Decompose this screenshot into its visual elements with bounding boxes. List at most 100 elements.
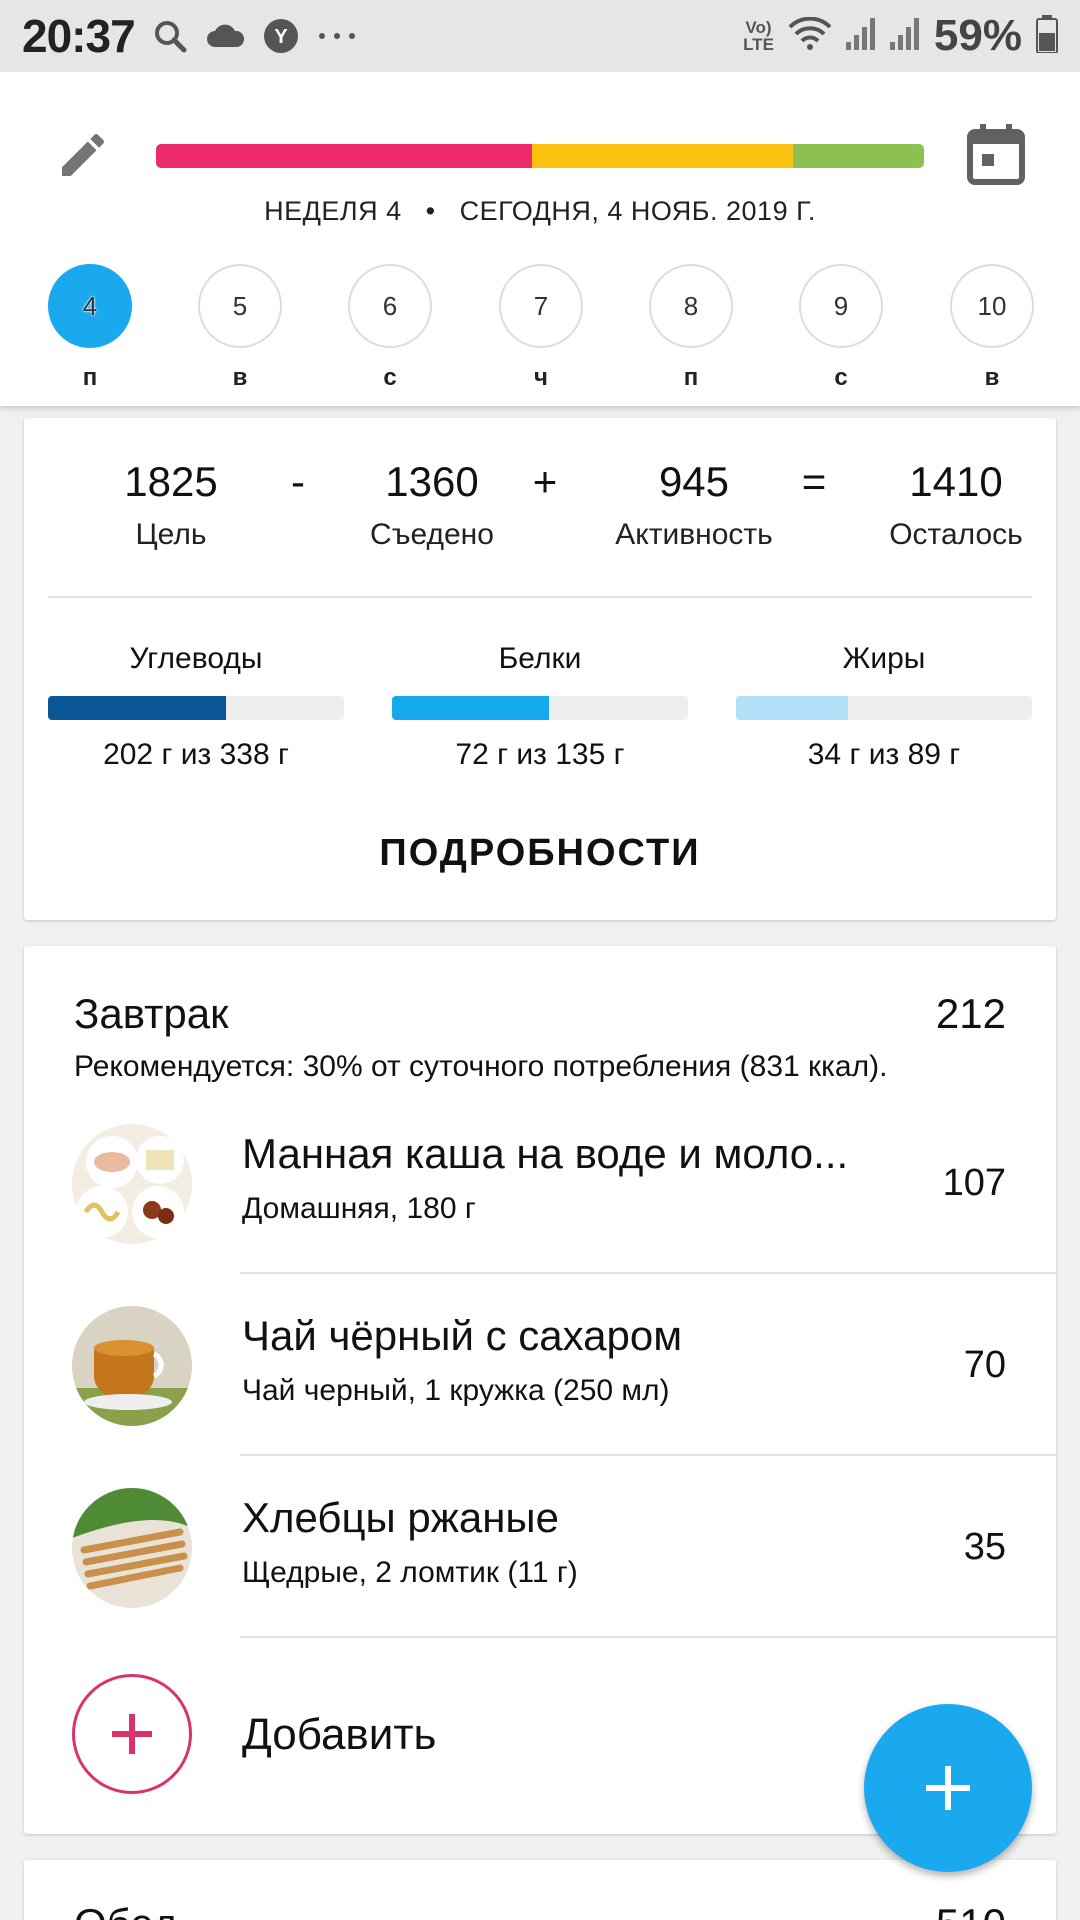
day-number: 9 (833, 290, 849, 321)
calorie-summary-card: 1825 Цель - 1360 Съедено + 945 Активност… (24, 418, 1056, 920)
search-icon (153, 19, 187, 53)
lunch-total-kcal: 510 (936, 1900, 1006, 1920)
meal-recommendation: Рекомендуется: 30% от суточного потребле… (74, 1050, 888, 1083)
day-circle[interactable]: 10 (950, 264, 1034, 348)
day-9[interactable]: 9с (781, 264, 901, 392)
equals-operator: = (801, 458, 827, 505)
day-number: 7 (533, 290, 549, 321)
lunch-title[interactable]: Обед (74, 1900, 177, 1920)
day-circle[interactable]: 9 (799, 264, 883, 348)
calendar-button[interactable] (964, 120, 1028, 188)
macro-3: Жиры 34 г из 89 г (736, 642, 1032, 772)
food-kcal: 35 (963, 1526, 1006, 1568)
calendar-icon (967, 124, 1025, 185)
remaining-value: 1410 (909, 458, 1003, 505)
day-weekday-label: п (82, 364, 98, 391)
battery-percent: 59% (933, 11, 1022, 60)
remaining-block: 1410 Осталось (846, 458, 1066, 552)
activity-block: 945 Активность (584, 458, 804, 552)
day-number: 6 (382, 290, 398, 321)
week-days-strip: 4 п 5 в 6 с 7 ч 8 п 9 с 10 в (0, 264, 1080, 394)
food-portion: Чай черный, 1 кружка (250 мл) (242, 1374, 670, 1407)
day-weekday-label: в (984, 364, 1000, 391)
daily-progress-bar (156, 144, 924, 168)
food-name: Манная каша на воде и моло... (242, 1130, 849, 1177)
day-4[interactable]: 4п (30, 264, 150, 392)
day-weekday-label: п (683, 364, 699, 391)
day-10[interactable]: 10 в (932, 264, 1052, 392)
food-kcal: 70 (963, 1344, 1006, 1386)
macro-progress-bar (736, 696, 1032, 720)
week-label: НЕДЕЛЯ 4 (264, 196, 402, 226)
bread-sticks-image (72, 1488, 192, 1608)
macro-progress-bar (392, 696, 688, 720)
day-number: 8 (683, 290, 699, 321)
remaining-label: Осталось (889, 518, 1023, 551)
activity-value: 945 (658, 458, 730, 505)
macro-progress-bar (48, 696, 344, 720)
macro-value: 202 г из 338 г (103, 738, 289, 771)
activity-label: Активность (615, 518, 773, 551)
day-number: 4 (82, 290, 98, 321)
minus-operator: - (291, 458, 305, 505)
food-item[interactable]: Хлебцы ржаные Щедрые, 2 ломтик (11 г) 35 (24, 1456, 1056, 1638)
macro-progress-fill (392, 696, 549, 720)
goal-value: 1825 (124, 458, 218, 505)
day-weekday-label: ч (534, 364, 548, 391)
day-circle[interactable]: 5 (198, 264, 282, 348)
progress-segment-2 (532, 144, 794, 168)
day-8[interactable]: 8п (631, 264, 751, 392)
plus-icon (112, 1714, 152, 1754)
food-kcal: 107 (942, 1162, 1006, 1204)
macro-progress-fill (48, 696, 226, 720)
edit-button[interactable] (52, 124, 114, 186)
yandex-y-icon: Y (263, 18, 299, 54)
progress-segment-1 (156, 144, 533, 168)
day-number: 5 (232, 290, 248, 321)
week-date-line: НЕДЕЛЯ 4 • СЕГОДНЯ, 4 НОЯБ. 2019 Г. (0, 196, 1080, 227)
food-portion: Щедрые, 2 ломтик (11 г) (242, 1556, 578, 1589)
day-number: 10 (977, 290, 1007, 321)
cloud-icon (205, 23, 245, 49)
day-circle[interactable]: 7 (499, 264, 583, 348)
day-weekday-label: с (834, 364, 848, 391)
details-button[interactable]: ПОДРОБНОСТИ (24, 832, 1056, 875)
day-circle[interactable]: 4 (48, 264, 132, 348)
macro-progress-fill (736, 696, 849, 720)
diary-header: НЕДЕЛЯ 4 • СЕГОДНЯ, 4 НОЯБ. 2019 Г. 4п5в6с… (0, 72, 1080, 406)
food-item[interactable]: Чай чёрный с сахаром Чай черный, 1 кружка… (24, 1274, 1056, 1456)
day-7[interactable]: 7ч (481, 264, 601, 392)
macro-value: 34 г из 89 г (807, 738, 961, 771)
add-entry-fab[interactable] (864, 1704, 1032, 1872)
status-time: 20:37 (22, 10, 136, 62)
plus-operator: + (532, 458, 558, 505)
pencil-icon (62, 133, 105, 176)
wifi-icon (788, 16, 832, 56)
add-food-button[interactable] (72, 1674, 192, 1794)
calorie-equation: 1825 Цель - 1360 Съедено + 945 Активност… (24, 458, 1056, 568)
plus-icon (926, 1766, 970, 1810)
today-date: СЕГОДНЯ, 4 НОЯБ. 2019 Г. (459, 196, 816, 226)
day-5[interactable]: 5в (180, 264, 300, 392)
day-weekday-label: с (383, 364, 397, 391)
food-item[interactable]: Манная каша на воде и моло... Домашняя, 1… (24, 1092, 1056, 1274)
macro-2: Белки 72 г из 135 г (392, 642, 688, 772)
lunch-card: Обед 510 (24, 1860, 1056, 1920)
macro-name: Жиры (842, 642, 926, 675)
volte-icon: Vo) LTE (743, 18, 774, 54)
more-dots-icon (317, 31, 357, 41)
food-portion: Домашняя, 180 г (242, 1192, 476, 1225)
macro-value: 72 г из 135 г (455, 738, 625, 771)
day-circle[interactable]: 8 (649, 264, 733, 348)
add-food-label[interactable]: Добавить (242, 1710, 436, 1760)
divider (240, 1636, 1056, 1638)
meal-title[interactable]: Завтрак (74, 990, 228, 1038)
tea-cup-image (72, 1306, 192, 1426)
goal-block: 1825 Цель (61, 458, 281, 552)
divider (48, 596, 1032, 598)
day-circle[interactable]: 6 (348, 264, 432, 348)
svg-text:Y: Y (274, 26, 288, 48)
food-name: Чай чёрный с сахаром (242, 1312, 683, 1359)
day-6[interactable]: 6с (330, 264, 450, 392)
macro-name: Углеводы (129, 642, 263, 675)
